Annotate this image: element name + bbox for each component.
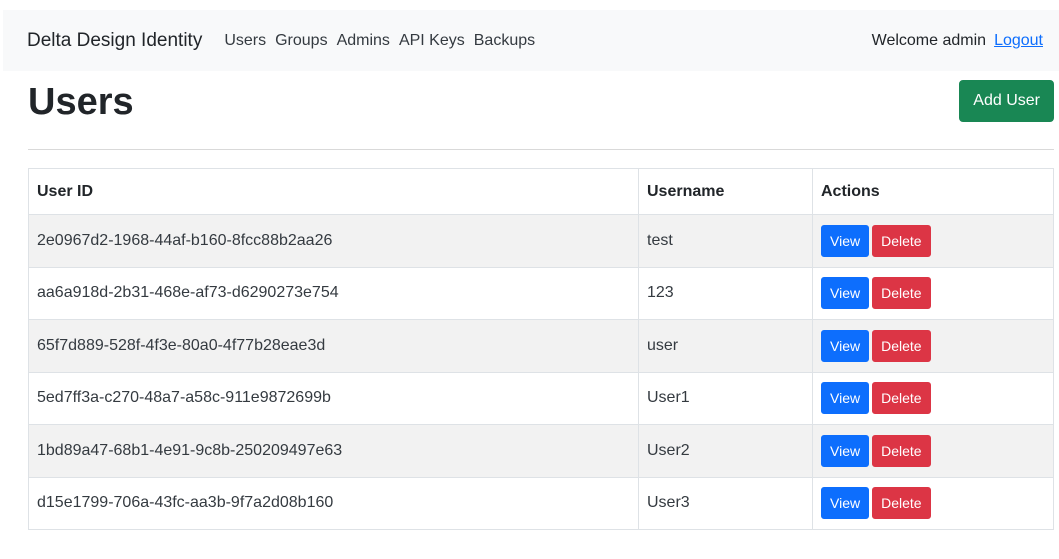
username-cell: User3: [638, 476, 813, 530]
delete-button[interactable]: Delete: [872, 224, 931, 257]
welcome-text: Welcome admin: [871, 31, 987, 49]
table-row: 1bd89a47-68b1-4e91-9c8b-250209497e63 Use…: [28, 424, 1054, 478]
user-id-cell: 2e0967d2-1968-44af-b160-8fcc88b2aa26: [28, 214, 639, 268]
nav-links: Users Groups Admins API Keys Backups: [224, 32, 544, 50]
add-user-button[interactable]: Add User: [959, 80, 1054, 122]
nav-link-users[interactable]: Users: [224, 32, 266, 50]
table-row: 5ed7ff3a-c270-48a7-a58c-911e9872699b Use…: [28, 371, 1054, 425]
actions-cell: View Delete: [812, 424, 1054, 478]
user-id-cell: 1bd89a47-68b1-4e91-9c8b-250209497e63: [28, 424, 639, 478]
users-table-container: User ID Username Actions 2e0967d2-1968-4…: [28, 168, 1054, 530]
logout-link[interactable]: Logout: [994, 32, 1043, 50]
actions-cell: View Delete: [812, 371, 1054, 425]
navbar: Delta Design Identity Users Groups Admin…: [3, 10, 1059, 71]
table-row: d15e1799-706a-43fc-aa3b-9f7a2d08b160 Use…: [28, 476, 1054, 530]
user-id-cell: 5ed7ff3a-c270-48a7-a58c-911e9872699b: [28, 371, 639, 425]
username-cell: User1: [638, 371, 813, 425]
view-button[interactable]: View: [821, 224, 870, 257]
users-table: User ID Username Actions 2e0967d2-1968-4…: [28, 168, 1054, 530]
table-header-row: User ID Username Actions: [28, 168, 1054, 215]
table-row: 2e0967d2-1968-44af-b160-8fcc88b2aa26 tes…: [28, 214, 1054, 268]
column-header-username: Username: [638, 168, 813, 215]
username-cell: 123: [638, 266, 813, 320]
page-header: Users Add User: [28, 76, 1054, 150]
username-cell: user: [638, 319, 813, 373]
delete-button[interactable]: Delete: [872, 487, 931, 520]
actions-cell: View Delete: [812, 319, 1054, 373]
actions-cell: View Delete: [812, 214, 1054, 268]
view-button[interactable]: View: [821, 329, 870, 362]
view-button[interactable]: View: [821, 382, 870, 415]
delete-button[interactable]: Delete: [872, 382, 931, 415]
nav-link-api-keys[interactable]: API Keys: [399, 32, 465, 50]
nav-link-admins[interactable]: Admins: [337, 32, 390, 50]
delete-button[interactable]: Delete: [872, 434, 931, 467]
user-id-cell: d15e1799-706a-43fc-aa3b-9f7a2d08b160: [28, 476, 639, 530]
brand-link[interactable]: Delta Design Identity: [27, 30, 202, 52]
delete-button[interactable]: Delete: [872, 329, 931, 362]
actions-cell: View Delete: [812, 476, 1054, 530]
column-header-actions: Actions: [812, 168, 1054, 215]
nav-user-area: Welcome admin Logout: [872, 32, 1043, 50]
username-cell: User2: [638, 424, 813, 478]
user-id-cell: 65f7d889-528f-4f3e-80a0-4f77b28eae3d: [28, 319, 639, 373]
column-header-user-id: User ID: [28, 168, 639, 215]
view-button[interactable]: View: [821, 277, 870, 310]
user-id-cell: aa6a918d-2b31-468e-af73-d6290273e754: [28, 266, 639, 320]
nav-link-groups[interactable]: Groups: [275, 32, 327, 50]
view-button[interactable]: View: [821, 434, 870, 467]
view-button[interactable]: View: [821, 487, 870, 520]
table-row: aa6a918d-2b31-468e-af73-d6290273e754 123…: [28, 266, 1054, 320]
actions-cell: View Delete: [812, 266, 1054, 320]
table-row: 65f7d889-528f-4f3e-80a0-4f77b28eae3d use…: [28, 319, 1054, 373]
page-title: Users: [28, 81, 134, 123]
nav-link-backups[interactable]: Backups: [474, 32, 535, 50]
username-cell: test: [638, 214, 813, 268]
delete-button[interactable]: Delete: [872, 277, 931, 310]
